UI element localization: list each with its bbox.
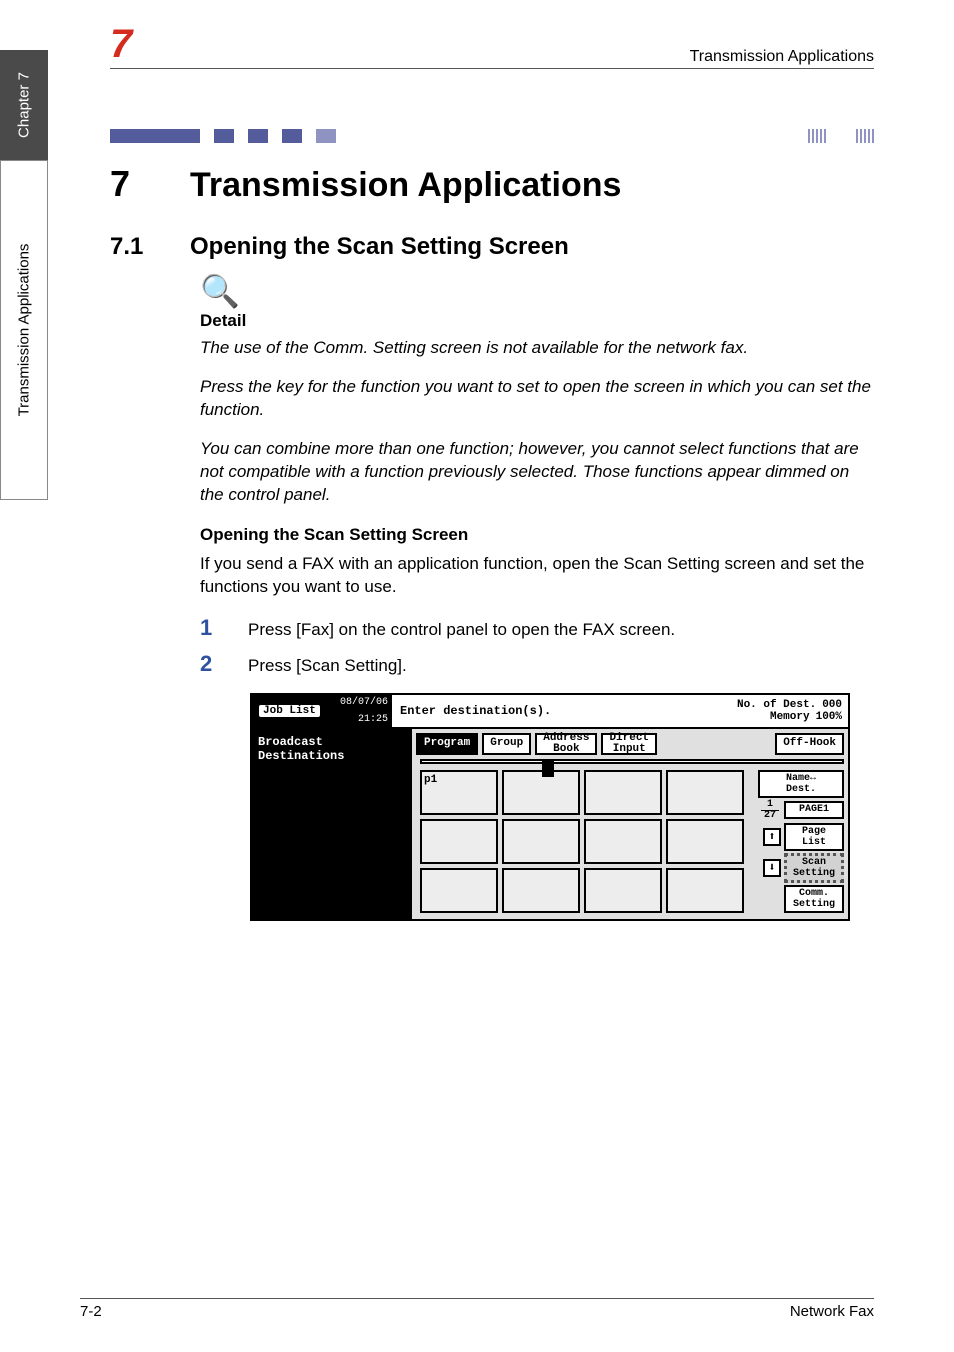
page1-button[interactable]: PAGE1 bbox=[784, 801, 844, 819]
dest-cell[interactable] bbox=[666, 770, 744, 815]
page-list-button[interactable]: Page List bbox=[784, 823, 844, 851]
running-header: 7 Transmission Applications bbox=[110, 24, 874, 69]
dest-cell[interactable] bbox=[584, 819, 662, 864]
dest-cell[interactable] bbox=[584, 770, 662, 815]
dest-cell[interactable] bbox=[502, 770, 580, 815]
scan-setting-button[interactable]: Scan Setting bbox=[784, 853, 844, 883]
ss-left-panel: Broadcast Destinations bbox=[252, 729, 412, 919]
ss-time: 21:25 bbox=[358, 714, 388, 725]
no-of-dest-value: 000 bbox=[822, 699, 842, 711]
tab-address-book[interactable]: Address Book bbox=[535, 733, 597, 755]
footer-page-number: 7-2 bbox=[80, 1303, 102, 1320]
memory-label: Memory bbox=[770, 711, 810, 723]
comm-setting-button[interactable]: Comm. Setting bbox=[784, 885, 844, 913]
ss-date: 08/07/06 bbox=[340, 697, 388, 708]
section-title: Opening the Scan Setting Screen bbox=[190, 233, 569, 261]
ss-search-field[interactable] bbox=[420, 759, 844, 764]
tab-program[interactable]: Program bbox=[416, 733, 478, 755]
detail-para-1: The use of the Comm. Setting screen is n… bbox=[200, 337, 874, 360]
section-number: 7.1 bbox=[110, 233, 150, 261]
side-tab-section-label: Transmission Applications bbox=[16, 244, 33, 417]
step-2: 2 Press [Scan Setting]. bbox=[200, 651, 874, 677]
step-2-text: Press [Scan Setting]. bbox=[248, 656, 407, 676]
dest-cell[interactable] bbox=[420, 868, 498, 913]
side-tab-chapter-label: Chapter 7 bbox=[16, 72, 33, 138]
intro-paragraph: If you send a FAX with an application fu… bbox=[200, 553, 874, 599]
ss-tab-row: Program Group Address Book Direct Input … bbox=[412, 729, 848, 755]
dest-cell[interactable] bbox=[502, 868, 580, 913]
dest-cell[interactable] bbox=[666, 819, 744, 864]
subheading: Opening the Scan Setting Screen bbox=[200, 525, 874, 545]
page-fraction: 1 27 bbox=[761, 800, 779, 821]
decorative-bar bbox=[110, 129, 874, 143]
tab-group[interactable]: Group bbox=[482, 733, 531, 755]
page-footer: 7-2 Network Fax bbox=[80, 1298, 874, 1320]
step-1-text: Press [Fax] on the control panel to open… bbox=[248, 620, 675, 640]
name-dest-button[interactable]: Name↔ Dest. bbox=[758, 770, 844, 798]
destination-grid: p1 bbox=[420, 770, 744, 913]
dest-cell[interactable] bbox=[584, 868, 662, 913]
footer-doc-title: Network Fax bbox=[790, 1303, 874, 1320]
arrow-down-button[interactable]: ⬇ bbox=[763, 859, 781, 877]
dest-cell-p1[interactable]: p1 bbox=[420, 770, 498, 815]
chapter-heading: 7 Transmission Applications bbox=[110, 163, 874, 205]
side-tab-chapter: Chapter 7 bbox=[0, 50, 48, 160]
page-frac-bottom: 27 bbox=[764, 811, 776, 821]
chapter-title: Transmission Applications bbox=[190, 166, 621, 205]
ss-status-area: No. of Dest. 000 Memory 100% bbox=[718, 695, 848, 727]
detail-para-3: You can combine more than one function; … bbox=[200, 438, 874, 507]
dest-cell[interactable] bbox=[502, 819, 580, 864]
section-heading: 7.1 Opening the Scan Setting Screen bbox=[110, 233, 874, 261]
ss-side-button-col: Name↔ Dest. 1 27 PAGE1 ⬆ Page List bbox=[748, 770, 844, 913]
page-frac-top: 1 bbox=[767, 800, 773, 810]
dest-cell[interactable] bbox=[666, 868, 744, 913]
ss-job-list-area: Job List 08/07/06 21:25 bbox=[252, 695, 392, 727]
detail-para-2: Press the key for the function you want … bbox=[200, 376, 874, 422]
running-header-title: Transmission Applications bbox=[690, 48, 874, 66]
arrow-up-button[interactable]: ⬆ bbox=[763, 828, 781, 846]
side-tab-section: Transmission Applications bbox=[0, 160, 48, 500]
chapter-number: 7 bbox=[110, 163, 150, 205]
running-header-number: 7 bbox=[110, 24, 132, 64]
step-1-number: 1 bbox=[200, 615, 218, 641]
no-of-dest-label: No. of Dest. bbox=[737, 699, 816, 711]
step-1: 1 Press [Fax] on the control panel to op… bbox=[200, 615, 874, 641]
text-caret-icon bbox=[542, 761, 554, 777]
tab-off-hook[interactable]: Off-Hook bbox=[775, 733, 844, 755]
job-list-button[interactable]: Job List bbox=[258, 704, 321, 718]
fax-screen-screenshot: Job List 08/07/06 21:25 Enter destinatio… bbox=[250, 693, 850, 921]
dest-cell[interactable] bbox=[420, 819, 498, 864]
detail-label: Detail bbox=[200, 311, 874, 331]
tab-direct-input[interactable]: Direct Input bbox=[601, 733, 657, 755]
memory-value: 100% bbox=[816, 711, 842, 723]
step-2-number: 2 bbox=[200, 651, 218, 677]
magnifier-icon: 🔍 bbox=[200, 275, 874, 307]
ss-prompt: Enter destination(s). bbox=[392, 695, 718, 727]
